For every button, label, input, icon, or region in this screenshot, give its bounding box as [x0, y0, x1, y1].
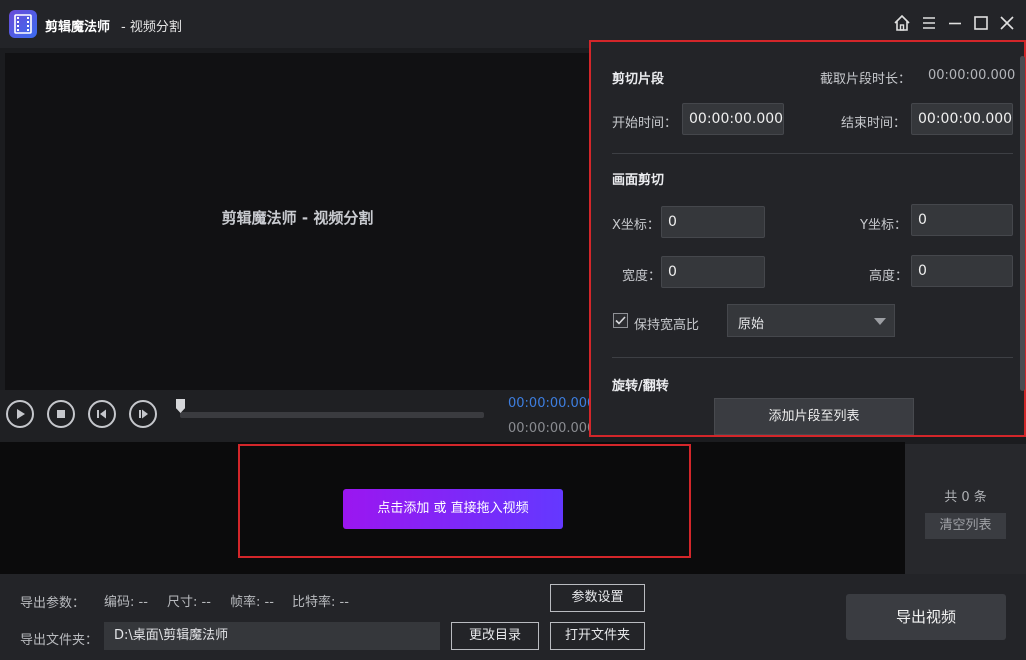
keep-ratio-checkbox[interactable]: [613, 313, 628, 328]
height-input[interactable]: 0: [911, 255, 1013, 287]
close-icon[interactable]: [997, 13, 1017, 33]
app-logo-icon: [9, 10, 37, 38]
app-subtitle: - 视频分割: [121, 20, 182, 35]
video-preview[interactable]: 剪辑魔法师 - 视频分割: [5, 53, 590, 390]
aspect-ratio-value: 原始: [738, 317, 765, 332]
divider: [612, 357, 1013, 358]
total-time: 00:00:00.000: [508, 421, 596, 436]
framerate-info: 帧率: --: [230, 595, 274, 610]
end-time-label: 结束时间：: [841, 116, 907, 131]
segment-duration-label: 截取片段时长：: [820, 72, 912, 87]
stop-button[interactable]: [47, 400, 75, 428]
minimize-icon[interactable]: [945, 13, 965, 33]
app-title: 剪辑魔法师: [45, 20, 111, 35]
progress-handle[interactable]: [176, 399, 185, 413]
check-icon: [615, 316, 626, 325]
width-input[interactable]: 0: [661, 256, 765, 288]
export-bar: 导出参数： 编码: -- 尺寸: -- 帧率: -- 比特率: -- 参数设置 …: [0, 574, 1026, 660]
settings-scrollbar[interactable]: [1020, 56, 1025, 391]
home-icon[interactable]: [892, 13, 912, 33]
y-coordinate-input[interactable]: 0: [911, 204, 1013, 236]
open-folder-button[interactable]: 打开文件夹: [550, 622, 645, 650]
width-label: 宽度：: [622, 269, 662, 284]
previous-frame-button[interactable]: [88, 400, 116, 428]
cut-segment-title: 剪切片段: [612, 72, 665, 87]
current-time: 00:00:00.000: [508, 396, 596, 411]
menu-icon[interactable]: [919, 13, 939, 33]
drop-zone[interactable]: 点击添加 或 直接拖入视频: [238, 444, 691, 558]
param-settings-button[interactable]: 参数设置: [550, 584, 645, 612]
dropdown-arrow-icon: [874, 318, 886, 325]
crop-section-title: 画面剪切: [612, 173, 665, 188]
player-controls: 00:00:00.000 00:00:00.000: [0, 390, 595, 442]
rotate-section-title: 旋转/翻转: [612, 379, 669, 394]
next-frame-button[interactable]: [129, 400, 157, 428]
list-count-text: 共 0 条: [944, 490, 987, 505]
size-info: 尺寸: --: [167, 595, 211, 610]
preview-placeholder-text: 剪辑魔法师 - 视频分割: [221, 209, 374, 227]
keep-ratio-label: 保持宽高比: [634, 318, 700, 333]
progress-slider[interactable]: [180, 412, 484, 418]
export-video-button[interactable]: 导出视频: [846, 594, 1006, 640]
settings-panel: 剪切片段 截取片段时长： 00:00:00.000 开始时间： 00:00:00…: [589, 40, 1026, 437]
codec-info: 编码: --: [104, 595, 148, 610]
divider: [612, 153, 1013, 154]
clear-list-button[interactable]: 清空列表: [925, 513, 1006, 539]
add-segment-to-list-button[interactable]: 添加片段至列表: [714, 398, 914, 435]
maximize-icon[interactable]: [971, 13, 991, 33]
start-time-input[interactable]: 00:00:00.000: [682, 103, 784, 135]
x-coordinate-label: X坐标：: [612, 218, 660, 233]
add-video-button[interactable]: 点击添加 或 直接拖入视频: [343, 489, 563, 529]
y-coordinate-label: Y坐标：: [860, 218, 907, 233]
list-count-panel: 共 0 条 清空列表: [905, 444, 1026, 574]
height-label: 高度：: [869, 269, 909, 284]
end-time-input[interactable]: 00:00:00.000: [911, 103, 1013, 135]
aspect-ratio-select[interactable]: 原始: [727, 304, 895, 337]
start-time-label: 开始时间：: [612, 116, 678, 131]
export-folder-label: 导出文件夹：: [20, 633, 99, 648]
export-folder-path[interactable]: D:\桌面\剪辑魔法师: [104, 622, 440, 650]
play-button[interactable]: [6, 400, 34, 428]
settings-scroll-area[interactable]: 剪切片段 截取片段时长： 00:00:00.000 开始时间： 00:00:00…: [591, 42, 1024, 395]
change-directory-button[interactable]: 更改目录: [451, 622, 539, 650]
export-params-label: 导出参数：: [20, 596, 86, 611]
x-coordinate-input[interactable]: 0: [661, 206, 765, 238]
segment-duration-value: 00:00:00.000: [928, 68, 1016, 83]
bitrate-info: 比特率: --: [292, 595, 349, 610]
